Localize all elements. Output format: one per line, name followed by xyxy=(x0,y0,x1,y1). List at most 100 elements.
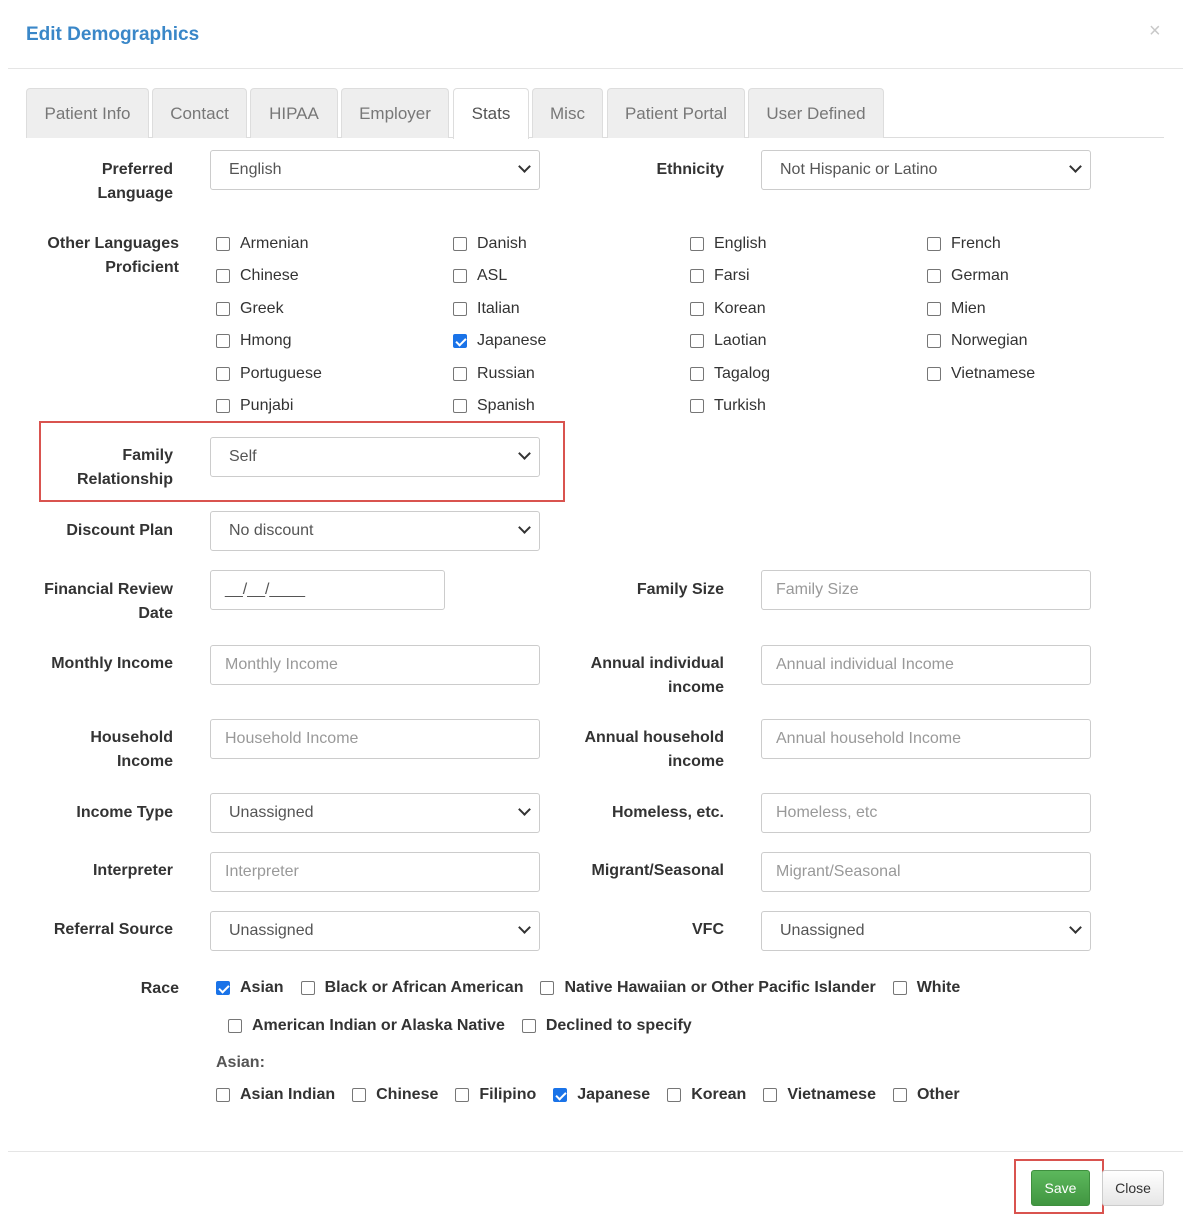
language-english[interactable]: English xyxy=(690,234,766,254)
race-native-hawaiian-or-other-pacific-islander[interactable]: Native Hawaiian or Other Pacific Islande… xyxy=(540,979,876,997)
family_size-label: Family Size xyxy=(636,581,724,598)
checkbox[interactable] xyxy=(667,1088,682,1102)
checkbox[interactable] xyxy=(216,237,230,251)
race-filipino[interactable]: Filipino xyxy=(455,1086,536,1104)
language-asl[interactable]: ASL xyxy=(453,266,507,286)
homeless-input[interactable]: Homeless, etc xyxy=(761,793,1091,833)
race-korean[interactable]: Korean xyxy=(667,1086,746,1104)
tab-stats[interactable]: Stats xyxy=(453,88,529,139)
checkbox[interactable] xyxy=(927,334,941,348)
language-turkish[interactable]: Turkish xyxy=(690,396,766,416)
tab-user-defined[interactable]: User Defined xyxy=(748,88,884,138)
checkbox[interactable] xyxy=(690,367,704,381)
checkbox[interactable] xyxy=(300,981,315,995)
checkbox[interactable] xyxy=(455,1088,470,1102)
household-income-input[interactable]: Household Income xyxy=(210,719,540,759)
language-chinese[interactable]: Chinese xyxy=(216,266,299,286)
language-norwegian[interactable]: Norwegian xyxy=(927,331,1027,351)
race-chinese[interactable]: Chinese xyxy=(352,1086,438,1104)
language-greek[interactable]: Greek xyxy=(216,299,284,319)
checkbox[interactable] xyxy=(690,302,704,316)
checkbox[interactable] xyxy=(216,399,230,413)
language-italian[interactable]: Italian xyxy=(453,299,520,319)
language-vietnamese[interactable]: Vietnamese xyxy=(927,364,1035,384)
interpreter-input[interactable]: Interpreter xyxy=(210,852,540,892)
checkbox[interactable] xyxy=(216,367,230,381)
save-button[interactable]: Save xyxy=(1031,1170,1090,1206)
checkbox[interactable] xyxy=(352,1088,367,1102)
tab-patient-portal[interactable]: Patient Portal xyxy=(607,88,745,138)
income-type-select[interactable]: Unassigned xyxy=(210,793,540,833)
checkbox[interactable] xyxy=(216,269,230,283)
checkbox-label: Korean xyxy=(691,1086,747,1103)
language-spanish[interactable]: Spanish xyxy=(453,396,535,416)
tab-contact[interactable]: Contact xyxy=(152,88,247,138)
tab-patient-info[interactable]: Patient Info xyxy=(26,88,149,138)
checkbox[interactable] xyxy=(927,367,941,381)
checkbox[interactable] xyxy=(927,302,941,316)
checkbox[interactable] xyxy=(927,269,941,283)
checkbox[interactable] xyxy=(690,334,704,348)
referral-source-select[interactable]: Unassigned xyxy=(210,911,540,951)
language-korean[interactable]: Korean xyxy=(690,299,766,319)
ethnicity-select[interactable]: Not Hispanic or Latino xyxy=(761,150,1091,190)
race-black-or-african-american[interactable]: Black or African American xyxy=(300,979,523,997)
language-german[interactable]: German xyxy=(927,266,1009,286)
checkbox[interactable] xyxy=(763,1088,778,1102)
language-mien[interactable]: Mien xyxy=(927,299,986,319)
checkbox[interactable] xyxy=(453,334,467,348)
monthly-income-input[interactable]: Monthly Income xyxy=(210,645,540,685)
family-size-input[interactable]: Family Size xyxy=(761,570,1091,610)
race-white[interactable]: White xyxy=(892,979,960,997)
checkbox[interactable] xyxy=(553,1088,568,1102)
race-american-indian-or-alaska-native[interactable]: American Indian or Alaska Native xyxy=(228,1017,505,1035)
language-russian[interactable]: Russian xyxy=(453,364,535,384)
race-other[interactable]: Other xyxy=(892,1086,960,1104)
language-portuguese[interactable]: Portuguese xyxy=(216,364,322,384)
race-asian-indian[interactable]: Asian Indian xyxy=(216,1086,335,1104)
migrant-input[interactable]: Migrant/Seasonal xyxy=(761,852,1091,892)
checkbox[interactable] xyxy=(927,237,941,251)
language-punjabi[interactable]: Punjabi xyxy=(216,396,293,416)
close-button[interactable]: Close xyxy=(1102,1170,1164,1206)
race-asian[interactable]: Asian xyxy=(216,979,284,997)
checkbox[interactable] xyxy=(540,981,555,995)
checkbox[interactable] xyxy=(690,237,704,251)
language-laotian[interactable]: Laotian xyxy=(690,331,767,351)
checkbox[interactable] xyxy=(453,399,467,413)
checkbox[interactable] xyxy=(228,1019,242,1033)
annual-household-income-input[interactable]: Annual household Income xyxy=(761,719,1091,759)
preferred-language-select[interactable]: English xyxy=(210,150,540,190)
checkbox[interactable] xyxy=(216,1088,230,1102)
checkbox[interactable] xyxy=(453,367,467,381)
checkbox[interactable] xyxy=(690,399,704,413)
close-icon[interactable]: × xyxy=(1149,20,1161,43)
checkbox[interactable] xyxy=(453,237,467,251)
language-armenian[interactable]: Armenian xyxy=(216,234,308,254)
checkbox[interactable] xyxy=(521,1019,536,1033)
language-japanese[interactable]: Japanese xyxy=(453,331,546,351)
vfc-select[interactable]: Unassigned xyxy=(761,911,1091,951)
language-farsi[interactable]: Farsi xyxy=(690,266,750,286)
checkbox[interactable] xyxy=(216,302,230,316)
language-french[interactable]: French xyxy=(927,234,1001,254)
language-tagalog[interactable]: Tagalog xyxy=(690,364,770,384)
tab-hipaa[interactable]: HIPAA xyxy=(250,88,338,138)
discount-plan-select[interactable]: No discount xyxy=(210,511,540,551)
language-hmong[interactable]: Hmong xyxy=(216,331,292,351)
language-danish[interactable]: Danish xyxy=(453,234,527,254)
race-declined-to-specify[interactable]: Declined to specify xyxy=(521,1017,692,1035)
tab-employer[interactable]: Employer xyxy=(341,88,449,138)
annual-individual-income-input[interactable]: Annual individual Income xyxy=(761,645,1091,685)
race-vietnamese[interactable]: Vietnamese xyxy=(763,1086,876,1104)
checkbox[interactable] xyxy=(216,334,230,348)
checkbox[interactable] xyxy=(216,981,230,995)
checkbox[interactable] xyxy=(690,269,704,283)
tab-misc[interactable]: Misc xyxy=(532,88,603,138)
checkbox[interactable] xyxy=(453,302,467,316)
checkbox[interactable] xyxy=(453,269,467,283)
financial-review-date-input[interactable]: __/__/____ xyxy=(210,570,445,610)
checkbox[interactable] xyxy=(892,1088,907,1102)
race-japanese[interactable]: Japanese xyxy=(553,1086,650,1104)
checkbox[interactable] xyxy=(892,981,907,995)
